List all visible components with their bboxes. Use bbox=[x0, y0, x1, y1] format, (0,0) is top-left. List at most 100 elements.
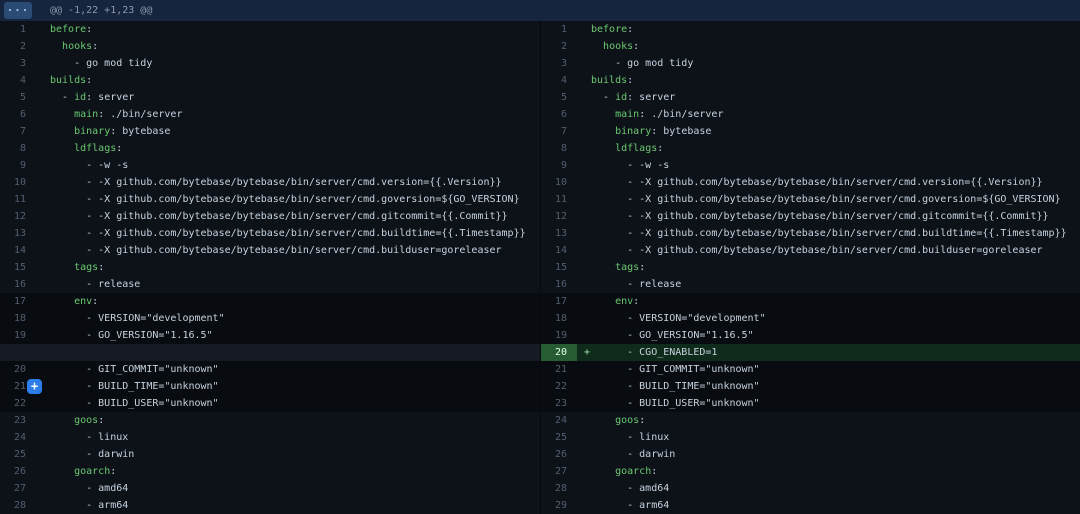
line-number[interactable]: 10 bbox=[541, 174, 577, 191]
code-text: : server bbox=[627, 92, 675, 103]
line-number[interactable]: 13 bbox=[541, 225, 577, 242]
diff-row: 22 - BUILD_USER="unknown" bbox=[0, 395, 540, 412]
line-number[interactable]: 16 bbox=[541, 276, 577, 293]
diff-row: 13 - -X github.com/bytebase/bytebase/bin… bbox=[0, 225, 540, 242]
diff-row: 8 ldflags: bbox=[0, 140, 540, 157]
code-text: : bbox=[116, 143, 122, 154]
line-number[interactable]: 17 bbox=[0, 293, 36, 310]
diff-row: 20 - GIT_COMMIT="unknown" bbox=[0, 361, 540, 378]
line-number[interactable]: 24 bbox=[541, 412, 577, 429]
code-text: : ./bin/server bbox=[98, 109, 182, 120]
line-number[interactable]: 1 bbox=[0, 21, 36, 38]
line-number[interactable]: 4 bbox=[0, 72, 36, 89]
line-number[interactable]: 26 bbox=[0, 463, 36, 480]
code-line: before: bbox=[577, 21, 1080, 38]
line-number[interactable]: 29 bbox=[541, 497, 577, 514]
line-number[interactable]: 14 bbox=[0, 242, 36, 259]
code-text bbox=[50, 109, 74, 120]
line-number[interactable]: 5 bbox=[0, 89, 36, 106]
code-line: - -X github.com/bytebase/bytebase/bin/se… bbox=[36, 208, 540, 225]
line-number[interactable]: 5 bbox=[541, 89, 577, 106]
code-line: - GIT_COMMIT="unknown" bbox=[577, 361, 1080, 378]
line-number[interactable]: 12 bbox=[541, 208, 577, 225]
line-number[interactable]: 19 bbox=[541, 327, 577, 344]
line-number[interactable]: 28 bbox=[0, 497, 36, 514]
line-number[interactable]: 8 bbox=[541, 140, 577, 157]
code-text: - CGO_ENABLED=1 bbox=[591, 347, 717, 358]
line-number[interactable]: 12 bbox=[0, 208, 36, 225]
line-number[interactable]: 6 bbox=[0, 106, 36, 123]
yaml-key: ldflags bbox=[74, 143, 116, 154]
line-number[interactable]: 27 bbox=[0, 480, 36, 497]
code-text: - GIT_COMMIT="unknown" bbox=[591, 364, 760, 375]
code-text: - VERSION="development" bbox=[50, 313, 225, 324]
line-number[interactable]: 23 bbox=[541, 395, 577, 412]
code-line: env: bbox=[36, 293, 540, 310]
line-number[interactable]: 15 bbox=[0, 259, 36, 276]
line-number[interactable]: 2 bbox=[0, 38, 36, 55]
code-text: : bbox=[110, 466, 116, 477]
line-number[interactable]: 20 bbox=[0, 361, 36, 378]
code-line: - -X github.com/bytebase/bytebase/bin/se… bbox=[36, 225, 540, 242]
code-text bbox=[591, 143, 615, 154]
line-number[interactable]: 16 bbox=[0, 276, 36, 293]
code-text: - -X github.com/bytebase/bytebase/bin/se… bbox=[50, 211, 508, 222]
code-text: : bbox=[639, 262, 645, 273]
line-number[interactable]: 14 bbox=[541, 242, 577, 259]
line-number[interactable]: 11 bbox=[541, 191, 577, 208]
diff-row: 1before: bbox=[541, 21, 1080, 38]
code-text: - BUILD_TIME="unknown" bbox=[591, 381, 760, 392]
code-line: - arm64 bbox=[36, 497, 540, 514]
line-number[interactable]: 6 bbox=[541, 106, 577, 123]
code-line: - -X github.com/bytebase/bytebase/bin/se… bbox=[577, 174, 1080, 191]
line-number[interactable]: 27 bbox=[541, 463, 577, 480]
code-line: main: ./bin/server bbox=[577, 106, 1080, 123]
added-diff-row: 20+ - CGO_ENABLED=1 bbox=[541, 344, 1080, 361]
line-number[interactable]: 19 bbox=[0, 327, 36, 344]
line-number[interactable]: 2 bbox=[541, 38, 577, 55]
line-number[interactable]: 9 bbox=[541, 157, 577, 174]
code-text: : bbox=[657, 143, 663, 154]
code-text: - linux bbox=[50, 432, 128, 443]
hunk-range-label: @@ -1,22 +1,23 @@ bbox=[50, 0, 152, 21]
add-comment-button[interactable]: + bbox=[27, 379, 42, 394]
line-number[interactable]: 3 bbox=[541, 55, 577, 72]
line-number[interactable]: 10 bbox=[0, 174, 36, 191]
diff-row: 15 tags: bbox=[541, 259, 1080, 276]
line-number[interactable]: 15 bbox=[541, 259, 577, 276]
code-line: binary: bytebase bbox=[577, 123, 1080, 140]
line-number[interactable]: 28 bbox=[541, 480, 577, 497]
line-number[interactable]: 17 bbox=[541, 293, 577, 310]
line-number[interactable]: 21 bbox=[541, 361, 577, 378]
line-number[interactable]: 9 bbox=[0, 157, 36, 174]
line-number[interactable]: 23 bbox=[0, 412, 36, 429]
line-number[interactable]: 18 bbox=[541, 310, 577, 327]
diff-row: 8 ldflags: bbox=[541, 140, 1080, 157]
yaml-key: goarch bbox=[615, 466, 651, 477]
diff-row: 3 - go mod tidy bbox=[541, 55, 1080, 72]
expand-hunk-button[interactable]: ··· bbox=[4, 2, 32, 19]
line-number[interactable]: 22 bbox=[541, 378, 577, 395]
line-number[interactable]: 25 bbox=[541, 429, 577, 446]
line-number[interactable]: 7 bbox=[0, 123, 36, 140]
line-number[interactable]: 20 bbox=[541, 344, 577, 361]
code-line: - GO_VERSION="1.16.5" bbox=[577, 327, 1080, 344]
line-number[interactable]: 18 bbox=[0, 310, 36, 327]
empty-diff-row bbox=[0, 344, 540, 361]
line-number[interactable]: 22 bbox=[0, 395, 36, 412]
line-number[interactable]: 8 bbox=[0, 140, 36, 157]
line-number[interactable]: 3 bbox=[0, 55, 36, 72]
line-number[interactable]: 13 bbox=[0, 225, 36, 242]
yaml-key: goos bbox=[74, 415, 98, 426]
yaml-key: goos bbox=[615, 415, 639, 426]
line-number[interactable]: 7 bbox=[541, 123, 577, 140]
line-number[interactable]: 4 bbox=[541, 72, 577, 89]
line-number[interactable]: 1 bbox=[541, 21, 577, 38]
line-number[interactable]: 24 bbox=[0, 429, 36, 446]
code-line: - -X github.com/bytebase/bytebase/bin/se… bbox=[577, 191, 1080, 208]
line-number[interactable]: 25 bbox=[0, 446, 36, 463]
diff-row: 24 goos: bbox=[541, 412, 1080, 429]
code-text: : bbox=[633, 41, 639, 52]
line-number[interactable]: 11 bbox=[0, 191, 36, 208]
line-number[interactable]: 26 bbox=[541, 446, 577, 463]
